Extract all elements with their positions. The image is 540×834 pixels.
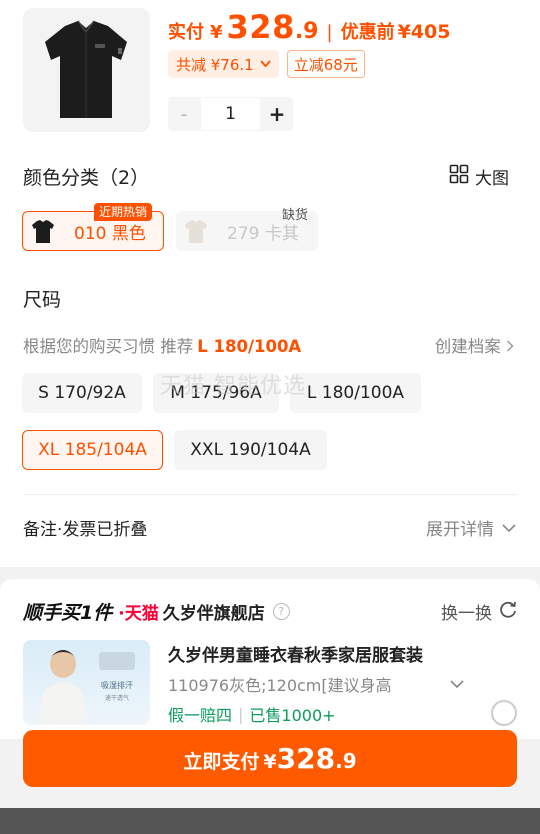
- swap-button[interactable]: 换一换: [441, 599, 518, 624]
- expand-details-button[interactable]: 展开详情: [426, 515, 516, 540]
- tmall-logo: ·天猫: [118, 604, 159, 624]
- divider: [23, 494, 517, 495]
- remark-invoice-label[interactable]: 备注·发票已折叠: [23, 515, 147, 540]
- pay-price-decimal: .9: [335, 749, 357, 773]
- addon-product-spec[interactable]: 110976灰色;120cm[建议身高: [168, 672, 392, 696]
- addon-title: 顺手买1件: [23, 602, 113, 624]
- tag-divider: |: [238, 704, 244, 724]
- color-option-label: 010 黑色: [74, 223, 146, 244]
- img-tag-2: 速干透气: [105, 694, 129, 702]
- size-option-xl[interactable]: XL 185/104A: [22, 430, 163, 470]
- product-thumbnail[interactable]: [23, 8, 150, 132]
- pre-discount-value: ¥405: [397, 21, 451, 43]
- addon-header: 顺手买1件 ·天猫 久岁伴旗舰店 ?: [23, 598, 290, 625]
- increase-button[interactable]: +: [261, 97, 293, 131]
- pay-price-integer: 328: [276, 742, 336, 775]
- instant-discount-text: 立减68元: [293, 55, 358, 74]
- big-view-label: 大图: [475, 169, 509, 189]
- size-option-m[interactable]: M 175/96A: [153, 373, 279, 413]
- instant-discount-chip: 立减68元: [286, 50, 365, 78]
- total-discount-text: 共减 ¥76.1: [176, 55, 254, 74]
- actual-price: 实付 ¥ 328 .9 | 优惠前 ¥405: [168, 8, 450, 48]
- shop-name: 久岁伴旗舰店: [162, 604, 265, 624]
- swap-label: 换一换: [441, 604, 492, 624]
- pay-label: 立即支付: [183, 751, 260, 773]
- black-shirt-image: [45, 20, 127, 118]
- price-label: 实付: [168, 22, 204, 43]
- chevron-right-icon: [506, 337, 514, 356]
- quantity-stepper: - 1 +: [168, 97, 293, 131]
- addon-tags: 假一赔四 | 已售1000+: [168, 702, 336, 726]
- chevron-down-icon: [502, 518, 516, 538]
- chevron-down-icon[interactable]: [450, 674, 464, 693]
- create-profile-label: 创建档案: [434, 337, 501, 356]
- help-icon[interactable]: ?: [272, 603, 290, 620]
- size-section-title: 尺码: [23, 289, 62, 311]
- hot-sale-badge: 近期热销: [94, 203, 153, 221]
- price-integer: 328: [226, 8, 295, 46]
- addon-product-title[interactable]: 久岁伴男童睡衣春秋季家居服套装: [168, 641, 423, 666]
- img-tag-1: 吸湿排汗: [101, 680, 133, 690]
- khaki-shirt-swatch: [177, 212, 215, 250]
- bottom-system-bar: [0, 808, 540, 834]
- kid-pajama-image: 吸湿排汗 速干透气: [41, 650, 135, 725]
- decrease-button[interactable]: -: [168, 97, 200, 131]
- quantity-value[interactable]: 1: [200, 97, 261, 131]
- sold-count-tag: 已售1000+: [249, 706, 336, 725]
- grid-icon: [449, 164, 469, 189]
- pre-discount-label: 优惠前: [340, 22, 395, 43]
- sold-out-badge: 缺货: [282, 208, 309, 223]
- discount-row: 共减 ¥76.1 立减68元: [168, 50, 365, 78]
- price-separator: |: [326, 22, 333, 43]
- price-decimal: .9: [294, 19, 319, 44]
- pay-currency: ¥: [263, 751, 277, 773]
- guarantee-tag: 假一赔四: [168, 706, 233, 725]
- chevron-down-icon: [260, 58, 271, 71]
- addon-select-radio[interactable]: [491, 700, 517, 726]
- size-option-s[interactable]: S 170/92A: [22, 373, 142, 413]
- price-currency: ¥: [210, 22, 223, 43]
- black-shirt-swatch: [24, 212, 62, 250]
- size-option-l[interactable]: L 180/100A: [290, 373, 421, 413]
- pay-now-button[interactable]: 立即支付 ¥ 328 .9: [23, 730, 517, 787]
- recommend-size: L 180/100A: [197, 337, 302, 356]
- big-view-button[interactable]: 大图: [449, 164, 509, 189]
- refresh-icon: [498, 599, 518, 624]
- total-discount-chip[interactable]: 共减 ¥76.1: [168, 50, 279, 78]
- expand-details-label: 展开详情: [426, 520, 494, 540]
- recommend-text: 根据您的购买习惯 推荐: [23, 337, 194, 356]
- addon-product-image[interactable]: 吸湿排汗 速干透气: [23, 640, 150, 725]
- size-recommendation: 根据您的购买习惯 推荐 L 180/100A: [23, 333, 301, 357]
- size-option-xxl[interactable]: XXL 190/104A: [174, 430, 327, 470]
- create-profile-link[interactable]: 创建档案: [435, 333, 514, 357]
- color-section-title: 颜色分类（2）: [23, 167, 150, 189]
